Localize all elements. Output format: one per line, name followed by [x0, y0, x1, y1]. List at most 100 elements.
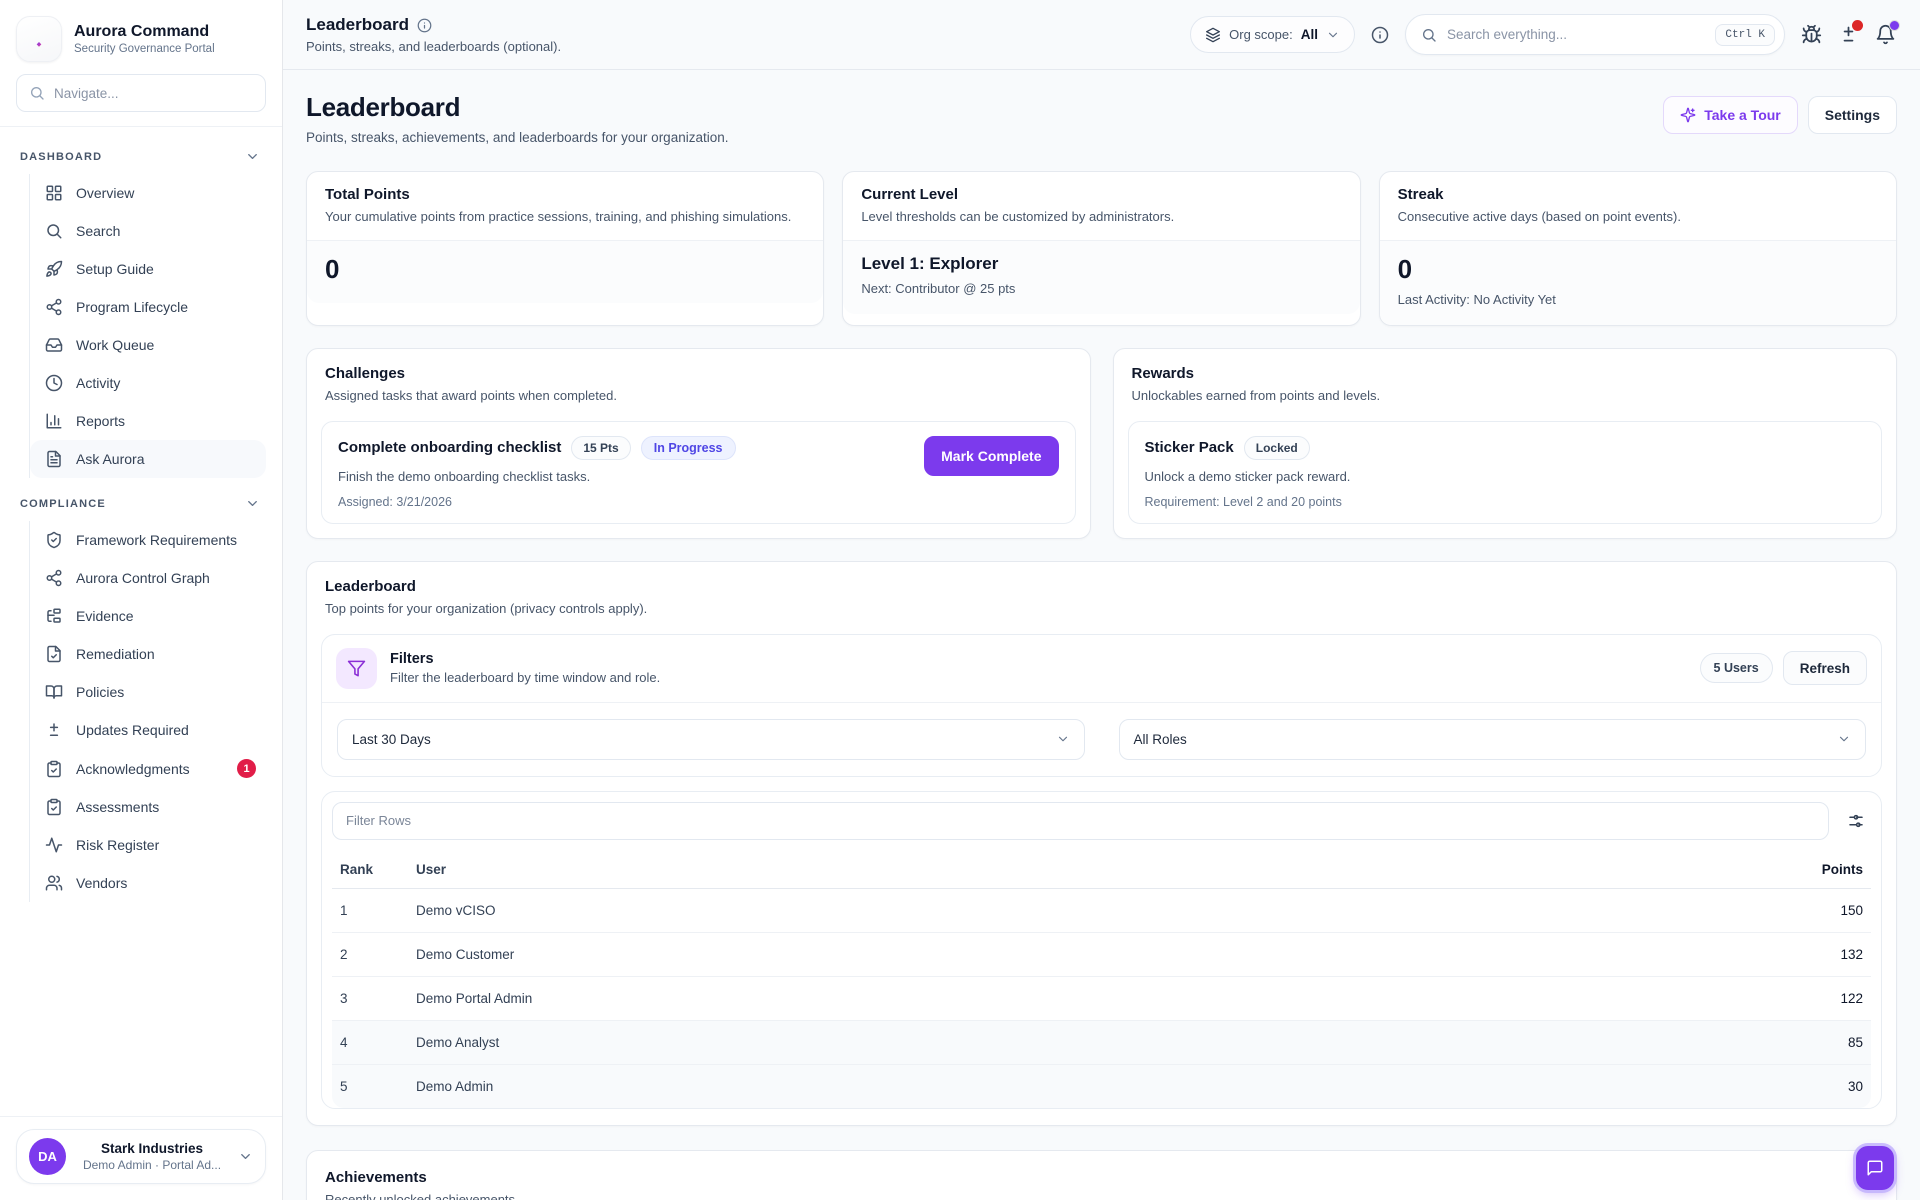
cell-user: Demo Analyst	[416, 1021, 1743, 1064]
org-scope-label: Org scope:	[1229, 27, 1293, 42]
sidebar-item-evidence[interactable]: Evidence	[30, 597, 266, 635]
refresh-button[interactable]: Refresh	[1783, 651, 1867, 685]
nav-section-compliance[interactable]: COMPLIANCE	[16, 488, 266, 521]
search-shortcut: Ctrl K	[1715, 24, 1775, 46]
sidebar-item-label: Program Lifecycle	[76, 299, 188, 315]
sidebar-item-label: Search	[76, 223, 120, 239]
cell-rank: 4	[340, 1021, 416, 1064]
page-subtitle: Points, streaks, achievements, and leade…	[306, 130, 728, 145]
sidebar-item-vendors[interactable]: Vendors	[30, 864, 266, 902]
inbox-icon	[45, 336, 63, 354]
sidebar-item-search[interactable]: Search	[30, 212, 266, 250]
achievements-card: Achievements Recently unlocked achieveme…	[306, 1150, 1897, 1200]
section-title: Achievements	[325, 1169, 1878, 1186]
workflow-icon	[45, 298, 63, 316]
sidebar-item-ask-aurora[interactable]: Ask Aurora	[30, 440, 266, 478]
table-row[interactable]: 2Demo Customer132	[332, 933, 1871, 977]
sidebar-item-label: Evidence	[76, 608, 134, 624]
sidebar-item-overview[interactable]: Overview	[30, 174, 266, 212]
nav-section-dashboard[interactable]: DASHBOARD	[16, 141, 266, 174]
challenge-title: Complete onboarding checklist	[338, 439, 561, 456]
info-icon[interactable]	[417, 18, 432, 33]
table-row[interactable]: 5Demo Admin30	[332, 1065, 1871, 1108]
card-title: Current Level	[861, 186, 1341, 203]
total-points-value: 0	[325, 254, 805, 285]
sidebar-item-remediation[interactable]: Remediation	[30, 635, 266, 673]
sidebar-item-label: Work Queue	[76, 337, 154, 353]
filters-title: Filters	[390, 651, 660, 667]
reward-item: Sticker Pack Locked Unlock a demo sticke…	[1128, 421, 1883, 524]
bug-report-button[interactable]	[1801, 24, 1822, 45]
sidebar-item-label: Remediation	[76, 646, 155, 662]
chat-widget-button[interactable]	[1856, 1146, 1894, 1190]
reward-requirement: Requirement: Level 2 and 20 points	[1145, 495, 1351, 509]
challenge-desc: Finish the demo onboarding checklist tas…	[338, 469, 736, 484]
chevron-down-icon	[245, 496, 260, 511]
cell-points: 122	[1743, 977, 1863, 1020]
notifications-button[interactable]	[1875, 24, 1896, 45]
sparkles-icon	[1680, 107, 1696, 123]
brand: Aurora Command Security Governance Porta…	[0, 0, 282, 74]
role-select[interactable]: All Roles	[1119, 719, 1867, 760]
sidebar-item-activity[interactable]: Activity	[30, 364, 266, 402]
global-search[interactable]: Ctrl K	[1405, 14, 1785, 55]
sidebar-item-label: Activity	[76, 375, 120, 391]
sidebar: Aurora Command Security Governance Porta…	[0, 0, 283, 1200]
column-header-rank: Rank	[340, 851, 416, 888]
chevron-down-icon	[245, 149, 260, 164]
topbar-subtitle: Points, streaks, and leaderboards (optio…	[306, 39, 561, 54]
current-level-value: Level 1: Explorer	[861, 254, 1341, 274]
time-window-select[interactable]: Last 30 Days	[337, 719, 1085, 760]
cell-user: Demo Admin	[416, 1065, 1743, 1108]
streak-card: Streak Consecutive active days (based on…	[1379, 171, 1897, 326]
user-menu[interactable]: DA Stark Industries Demo Admin · Portal …	[16, 1129, 266, 1184]
table-row[interactable]: 3Demo Portal Admin122	[332, 977, 1871, 1021]
sidebar-nav: DASHBOARD Overview Search Setup Guide Progra…	[0, 127, 282, 1116]
sidebar-item-program-lifecycle[interactable]: Program Lifecycle	[30, 288, 266, 326]
section-desc: Recently unlocked achievements.	[325, 1191, 1878, 1200]
sidebar-item-setup-guide[interactable]: Setup Guide	[30, 250, 266, 288]
navigate-search[interactable]	[16, 74, 266, 112]
sidebar-item-assessments[interactable]: Assessments	[30, 788, 266, 826]
navigate-input[interactable]	[54, 86, 253, 101]
layers-icon	[1205, 27, 1221, 43]
sidebar-item-label: Updates Required	[76, 722, 189, 738]
take-a-tour-button[interactable]: Take a Tour	[1663, 96, 1798, 134]
sidebar-item-reports[interactable]: Reports	[30, 402, 266, 440]
mark-complete-button[interactable]: Mark Complete	[924, 436, 1058, 476]
sliders-icon	[1847, 812, 1865, 830]
brand-subtitle: Security Governance Portal	[74, 43, 215, 55]
reward-title: Sticker Pack	[1145, 439, 1234, 456]
section-desc: Top points for your organization (privac…	[325, 600, 1878, 619]
search-icon	[1421, 27, 1437, 43]
sidebar-item-framework-requirements[interactable]: Framework Requirements	[30, 521, 266, 559]
sidebar-item-label: Overview	[76, 185, 134, 201]
sidebar-item-label: Policies	[76, 684, 124, 700]
table-row[interactable]: 4Demo Analyst85	[332, 1021, 1871, 1065]
cell-user: Demo Customer	[416, 933, 1743, 976]
table-row[interactable]: 1Demo vCISO150	[332, 889, 1871, 933]
info-icon[interactable]	[1371, 26, 1389, 44]
cell-user: Demo Portal Admin	[416, 977, 1743, 1020]
org-scope-selector[interactable]: Org scope: All	[1190, 16, 1355, 53]
sidebar-item-work-queue[interactable]: Work Queue	[30, 326, 266, 364]
rocket-icon	[45, 260, 63, 278]
card-desc: Level thresholds can be customized by ad…	[861, 208, 1341, 227]
sidebar-item-acknowledgments[interactable]: Acknowledgments1	[30, 749, 266, 788]
chevron-down-icon	[238, 1149, 253, 1164]
last-activity-text: Last Activity: No Activity Yet	[1398, 292, 1878, 307]
sidebar-item-risk-register[interactable]: Risk Register	[30, 826, 266, 864]
funnel-icon	[336, 648, 377, 689]
card-title: Total Points	[325, 186, 805, 203]
sidebar-item-updates-required[interactable]: Updates Required	[30, 711, 266, 749]
table-options-button[interactable]	[1841, 808, 1871, 834]
org-scope-value: All	[1301, 27, 1318, 42]
settings-button[interactable]: Settings	[1808, 96, 1897, 134]
global-search-input[interactable]	[1447, 27, 1705, 42]
filter-rows-input[interactable]	[332, 802, 1829, 840]
sidebar-item-aurora-control-graph[interactable]: Aurora Control Graph	[30, 559, 266, 597]
updates-button[interactable]	[1838, 24, 1859, 45]
cell-rank: 2	[340, 933, 416, 976]
cell-points: 150	[1743, 889, 1863, 932]
sidebar-item-policies[interactable]: Policies	[30, 673, 266, 711]
